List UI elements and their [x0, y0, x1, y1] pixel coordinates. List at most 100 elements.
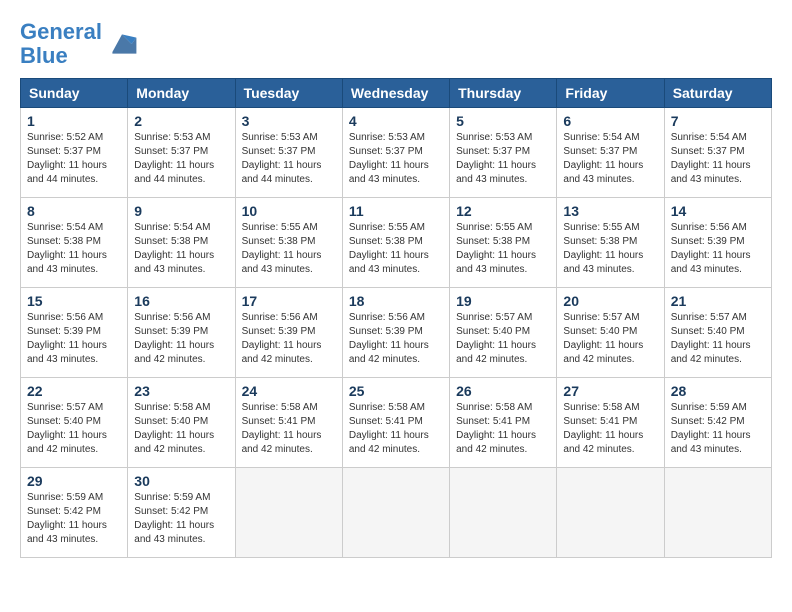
- day-info: Sunrise: 5:56 AM Sunset: 5:39 PM Dayligh…: [349, 311, 443, 367]
- day-info: Sunrise: 5:57 AM Sunset: 5:40 PM Dayligh…: [671, 311, 765, 367]
- week-row-1: 1Sunrise: 5:52 AM Sunset: 5:37 PM Daylig…: [21, 108, 772, 198]
- day-number: 25: [349, 383, 443, 399]
- day-info: Sunrise: 5:56 AM Sunset: 5:39 PM Dayligh…: [671, 221, 765, 277]
- day-info: Sunrise: 5:58 AM Sunset: 5:41 PM Dayligh…: [563, 401, 657, 457]
- day-info: Sunrise: 5:52 AM Sunset: 5:37 PM Dayligh…: [27, 131, 121, 187]
- day-cell-19: 19Sunrise: 5:57 AM Sunset: 5:40 PM Dayli…: [450, 288, 557, 378]
- day-info: Sunrise: 5:58 AM Sunset: 5:41 PM Dayligh…: [242, 401, 336, 457]
- day-number: 21: [671, 293, 765, 309]
- day-cell-29: 29 Sunrise: 5:59 AM Sunset: 5:42 PM Dayli…: [21, 468, 128, 558]
- week-row-2: 8 Sunrise: 5:54 AM Sunset: 5:38 PM Daylig…: [21, 198, 772, 288]
- day-number: 14: [671, 203, 765, 219]
- header-saturday: Saturday: [664, 79, 771, 108]
- day-cell-3: 3 Sunrise: 5:53 AM Sunset: 5:37 PM Daylig…: [235, 108, 342, 198]
- day-number: 30: [134, 473, 228, 489]
- day-info: Sunrise: 5:54 AM Sunset: 5:38 PM Dayligh…: [134, 221, 228, 277]
- day-number: 28: [671, 383, 765, 399]
- day-info: Sunrise: 5:54 AM Sunset: 5:37 PM Dayligh…: [671, 131, 765, 187]
- day-cell-5: 5Sunrise: 5:53 AM Sunset: 5:37 PM Daylig…: [450, 108, 557, 198]
- day-info: Sunrise: 5:59 AM Sunset: 5:42 PM Dayligh…: [671, 401, 765, 457]
- day-cell-25: 25 Sunrise: 5:58 AM Sunset: 5:41 PM Dayli…: [342, 378, 449, 468]
- day-info: Sunrise: 5:59 AM Sunset: 5:42 PM Dayligh…: [134, 491, 228, 547]
- week-row-3: 15 Sunrise: 5:56 AM Sunset: 5:39 PM Dayli…: [21, 288, 772, 378]
- day-info: Sunrise: 5:53 AM Sunset: 5:37 PM Dayligh…: [349, 131, 443, 187]
- day-info: Sunrise: 5:54 AM Sunset: 5:37 PM Dayligh…: [563, 131, 657, 187]
- logo-icon: [106, 28, 138, 60]
- day-number: 15: [27, 293, 121, 309]
- day-cell-23: 23 Sunrise: 5:58 AM Sunset: 5:40 PM Dayli…: [128, 378, 235, 468]
- day-number: 12: [456, 203, 550, 219]
- day-number: 9: [134, 203, 228, 219]
- day-info: Sunrise: 5:58 AM Sunset: 5:40 PM Dayligh…: [134, 401, 228, 457]
- day-number: 20: [563, 293, 657, 309]
- day-number: 13: [563, 203, 657, 219]
- day-number: 2: [134, 113, 228, 129]
- day-cell-28: 28 Sunrise: 5:59 AM Sunset: 5:42 PM Dayli…: [664, 378, 771, 468]
- day-number: 8: [27, 203, 121, 219]
- empty-cell: [235, 468, 342, 558]
- header-wednesday: Wednesday: [342, 79, 449, 108]
- day-cell-22: 22Sunrise: 5:57 AM Sunset: 5:40 PM Dayli…: [21, 378, 128, 468]
- day-cell-6: 6Sunrise: 5:54 AM Sunset: 5:37 PM Daylig…: [557, 108, 664, 198]
- day-cell-2: 2 Sunrise: 5:53 AM Sunset: 5:37 PM Daylig…: [128, 108, 235, 198]
- day-info: Sunrise: 5:53 AM Sunset: 5:37 PM Dayligh…: [242, 131, 336, 187]
- day-cell-1: 1Sunrise: 5:52 AM Sunset: 5:37 PM Daylig…: [21, 108, 128, 198]
- day-number: 3: [242, 113, 336, 129]
- day-number: 4: [349, 113, 443, 129]
- header-monday: Monday: [128, 79, 235, 108]
- day-cell-11: 11Sunrise: 5:55 AM Sunset: 5:38 PM Dayli…: [342, 198, 449, 288]
- day-number: 17: [242, 293, 336, 309]
- day-info: Sunrise: 5:55 AM Sunset: 5:38 PM Dayligh…: [242, 221, 336, 277]
- day-number: 10: [242, 203, 336, 219]
- day-cell-13: 13 Sunrise: 5:55 AM Sunset: 5:38 PM Dayli…: [557, 198, 664, 288]
- day-info: Sunrise: 5:55 AM Sunset: 5:38 PM Dayligh…: [563, 221, 657, 277]
- empty-cell: [557, 468, 664, 558]
- day-info: Sunrise: 5:58 AM Sunset: 5:41 PM Dayligh…: [349, 401, 443, 457]
- day-info: Sunrise: 5:57 AM Sunset: 5:40 PM Dayligh…: [456, 311, 550, 367]
- day-cell-18: 18 Sunrise: 5:56 AM Sunset: 5:39 PM Dayli…: [342, 288, 449, 378]
- logo: GeneralBlue: [20, 20, 138, 68]
- calendar-header-row: SundayMondayTuesdayWednesdayThursdayFrid…: [21, 79, 772, 108]
- day-cell-8: 8Sunrise: 5:54 AM Sunset: 5:38 PM Daylig…: [21, 198, 128, 288]
- empty-cell: [342, 468, 449, 558]
- day-number: 18: [349, 293, 443, 309]
- header-sunday: Sunday: [21, 79, 128, 108]
- day-info: Sunrise: 5:59 AM Sunset: 5:42 PM Dayligh…: [27, 491, 121, 547]
- day-info: Sunrise: 5:56 AM Sunset: 5:39 PM Dayligh…: [242, 311, 336, 367]
- day-number: 26: [456, 383, 550, 399]
- logo-text: GeneralBlue: [20, 20, 102, 68]
- day-cell-20: 20 Sunrise: 5:57 AM Sunset: 5:40 PM Dayli…: [557, 288, 664, 378]
- calendar-table: SundayMondayTuesdayWednesdayThursdayFrid…: [20, 78, 772, 558]
- week-row-5: 29 Sunrise: 5:59 AM Sunset: 5:42 PM Dayli…: [21, 468, 772, 558]
- day-cell-14: 14 Sunrise: 5:56 AM Sunset: 5:39 PM Dayli…: [664, 198, 771, 288]
- day-info: Sunrise: 5:56 AM Sunset: 5:39 PM Dayligh…: [134, 311, 228, 367]
- day-info: Sunrise: 5:57 AM Sunset: 5:40 PM Dayligh…: [27, 401, 121, 457]
- day-cell-15: 15Sunrise: 5:56 AM Sunset: 5:39 PM Dayli…: [21, 288, 128, 378]
- day-cell-7: 7Sunrise: 5:54 AM Sunset: 5:37 PM Daylig…: [664, 108, 771, 198]
- day-number: 29: [27, 473, 121, 489]
- day-info: Sunrise: 5:57 AM Sunset: 5:40 PM Dayligh…: [563, 311, 657, 367]
- day-cell-24: 24Sunrise: 5:58 AM Sunset: 5:41 PM Dayli…: [235, 378, 342, 468]
- week-row-4: 22Sunrise: 5:57 AM Sunset: 5:40 PM Dayli…: [21, 378, 772, 468]
- day-cell-4: 4 Sunrise: 5:53 AM Sunset: 5:37 PM Daylig…: [342, 108, 449, 198]
- day-cell-12: 12 Sunrise: 5:55 AM Sunset: 5:38 PM Dayli…: [450, 198, 557, 288]
- day-number: 27: [563, 383, 657, 399]
- day-info: Sunrise: 5:53 AM Sunset: 5:37 PM Dayligh…: [134, 131, 228, 187]
- day-cell-17: 17 Sunrise: 5:56 AM Sunset: 5:39 PM Dayli…: [235, 288, 342, 378]
- day-number: 16: [134, 293, 228, 309]
- empty-cell: [450, 468, 557, 558]
- day-info: Sunrise: 5:53 AM Sunset: 5:37 PM Dayligh…: [456, 131, 550, 187]
- day-cell-27: 27 Sunrise: 5:58 AM Sunset: 5:41 PM Dayli…: [557, 378, 664, 468]
- page-header: GeneralBlue: [20, 20, 772, 68]
- day-cell-9: 9 Sunrise: 5:54 AM Sunset: 5:38 PM Daylig…: [128, 198, 235, 288]
- day-cell-26: 26 Sunrise: 5:58 AM Sunset: 5:41 PM Dayli…: [450, 378, 557, 468]
- day-info: Sunrise: 5:55 AM Sunset: 5:38 PM Dayligh…: [349, 221, 443, 277]
- header-friday: Friday: [557, 79, 664, 108]
- day-cell-10: 10 Sunrise: 5:55 AM Sunset: 5:38 PM Dayli…: [235, 198, 342, 288]
- header-tuesday: Tuesday: [235, 79, 342, 108]
- day-cell-16: 16 Sunrise: 5:56 AM Sunset: 5:39 PM Dayli…: [128, 288, 235, 378]
- header-thursday: Thursday: [450, 79, 557, 108]
- day-info: Sunrise: 5:58 AM Sunset: 5:41 PM Dayligh…: [456, 401, 550, 457]
- day-info: Sunrise: 5:55 AM Sunset: 5:38 PM Dayligh…: [456, 221, 550, 277]
- day-number: 23: [134, 383, 228, 399]
